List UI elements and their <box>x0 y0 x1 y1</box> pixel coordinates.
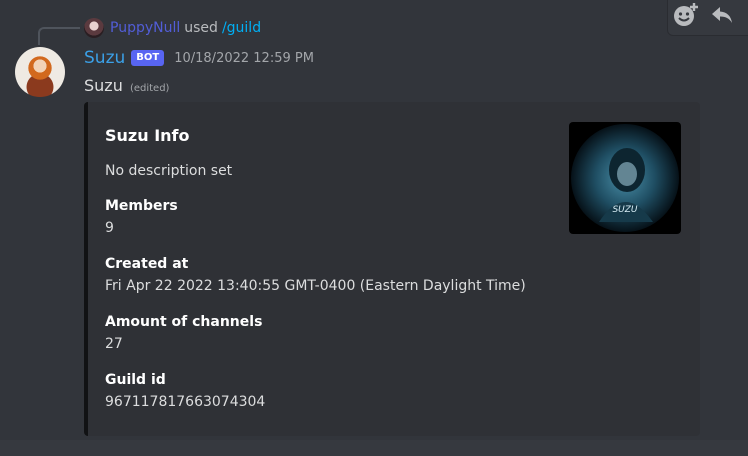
message-timestamp: 10/18/2022 12:59 PM <box>174 50 314 66</box>
field-value: 27 <box>105 336 123 352</box>
embed-description: No description set <box>105 163 233 179</box>
message-text: Suzu <box>84 76 123 95</box>
guild-thumbnail[interactable]: SUZU <box>569 122 681 234</box>
field-value: 9 <box>105 220 114 236</box>
message-divider <box>0 440 748 456</box>
embed-field-created-at: Created at Fri Apr 22 2022 13:40:55 GMT-… <box>105 256 526 294</box>
edited-label: (edited) <box>129 83 170 94</box>
guild-info-embed: Suzu Info No description set Members 9 C… <box>84 102 700 436</box>
guild-icon-image: SUZU <box>571 124 679 232</box>
add-reaction-icon <box>674 3 698 26</box>
interaction-used-label: used <box>184 20 218 36</box>
embed-field-members: Members 9 <box>105 198 178 236</box>
message-header: Suzu BOT 10/18/2022 12:59 PM <box>84 48 314 68</box>
interaction-header: PuppyNull used /guild <box>84 17 261 39</box>
embed-field-guild-id: Guild id 967117817663074304 <box>105 372 265 410</box>
field-name: Created at <box>105 256 189 272</box>
field-value: 967117817663074304 <box>105 394 266 410</box>
command-link[interactable]: /guild <box>222 20 261 36</box>
field-name: Guild id <box>105 372 166 388</box>
message-content: Suzu (edited) <box>84 76 169 95</box>
thumbnail-text: SUZU <box>612 205 637 215</box>
add-reaction-button[interactable] <box>668 0 704 33</box>
bot-tag: BOT <box>131 50 165 66</box>
reply-spine <box>38 27 80 45</box>
author-username[interactable]: Suzu <box>84 48 125 68</box>
field-value: Fri Apr 22 2022 13:40:55 GMT-0400 (Easte… <box>105 278 526 294</box>
invoker-username[interactable]: PuppyNull <box>110 20 180 36</box>
embed-title: Suzu Info <box>105 126 190 145</box>
field-name: Members <box>105 198 178 214</box>
field-name: Amount of channels <box>105 314 263 330</box>
reply-button[interactable] <box>704 0 740 33</box>
embed-field-channels: Amount of channels 27 <box>105 314 262 352</box>
invoker-avatar[interactable] <box>84 18 104 38</box>
reply-icon <box>712 7 732 23</box>
bot-avatar[interactable] <box>15 47 65 97</box>
message-toolbar <box>667 0 748 36</box>
